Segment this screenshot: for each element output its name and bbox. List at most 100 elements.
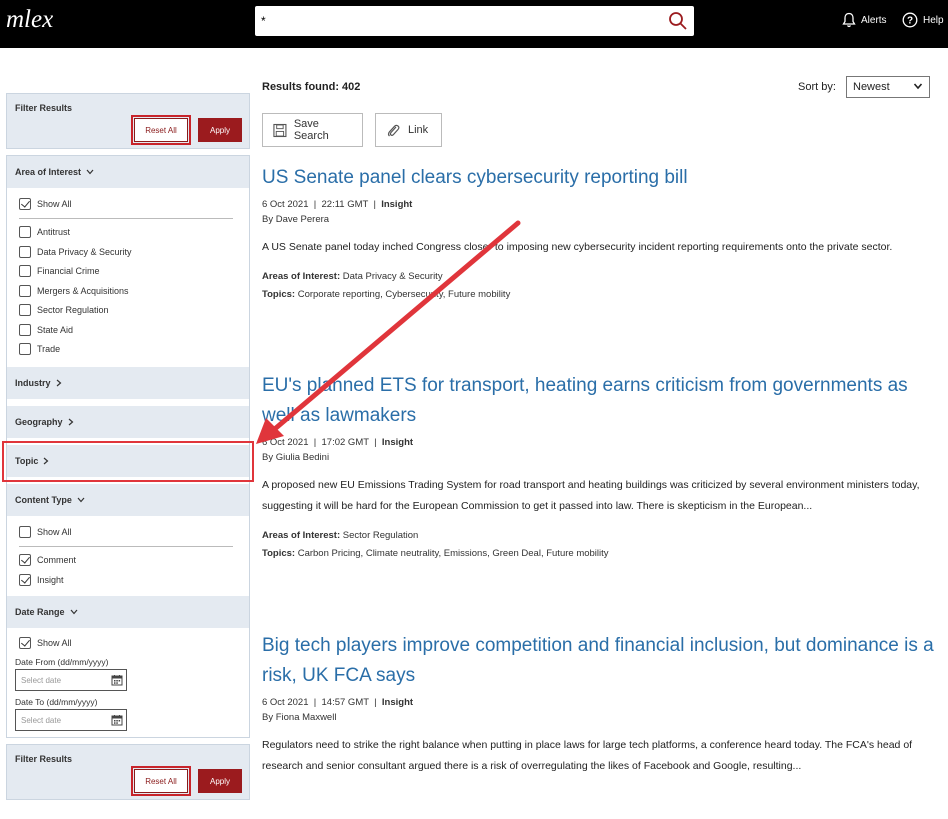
chevron-down-icon xyxy=(70,609,77,614)
calendar-icon[interactable] xyxy=(111,674,123,686)
link-button[interactable]: Link xyxy=(375,113,442,147)
search-box[interactable] xyxy=(255,6,694,36)
result-article: US Senate panel clears cybersecurity rep… xyxy=(262,163,938,304)
search-icon[interactable] xyxy=(668,11,688,31)
link-label: Link xyxy=(408,124,429,136)
results-count: Results found: 402 xyxy=(262,81,361,93)
chevron-down-icon xyxy=(86,169,94,175)
checkbox-trade[interactable]: Trade xyxy=(19,340,241,360)
checkbox-show-all[interactable]: Show All xyxy=(19,194,241,214)
facet-date-range[interactable]: Date Range xyxy=(7,595,249,628)
date-placeholder: Select date xyxy=(21,676,62,685)
checkbox[interactable] xyxy=(19,284,31,297)
alerts-link[interactable]: Alerts xyxy=(842,12,887,28)
checkbox-label: Financial Crime xyxy=(37,266,100,277)
checkbox-mergers[interactable]: Mergers & Acquisitions xyxy=(19,281,241,301)
topics-value: Carbon Pricing, Climate neutrality, Emis… xyxy=(297,548,609,559)
chevron-right-icon xyxy=(56,379,61,387)
checkbox-checked[interactable] xyxy=(19,573,31,586)
apply-button[interactable]: Apply xyxy=(198,769,242,793)
facet-body-date-range: Show All Date From (dd/mm/yyyy) Select d… xyxy=(7,628,249,738)
checkbox[interactable] xyxy=(19,226,31,239)
checkbox[interactable] xyxy=(19,265,31,278)
checkbox-label: Insight xyxy=(37,574,64,585)
checkbox[interactable] xyxy=(19,343,31,356)
checkbox-show-all[interactable]: Show All xyxy=(19,522,241,542)
article-meta: 6 Oct 2021 | 17:02 GMT | Insight xyxy=(262,437,414,448)
checkbox[interactable] xyxy=(19,323,31,336)
article-title-link[interactable]: US Senate panel clears cybersecurity rep… xyxy=(262,163,938,193)
checkbox-label: State Aid xyxy=(37,324,74,335)
chevron-down-icon xyxy=(913,83,923,90)
mlex-logo[interactable]: mlex xyxy=(6,6,53,34)
filter-results-title: Filter Results xyxy=(15,754,73,764)
topics-label: Topics: xyxy=(262,548,296,559)
topics-value: Corporate reporting, Cybersecurity, Futu… xyxy=(297,289,511,300)
checkbox[interactable] xyxy=(19,525,31,538)
filter-results-header: Filter Results Reset All Apply xyxy=(6,93,250,149)
sort-label: Sort by: xyxy=(798,81,836,93)
date-from-label: Date From (dd/mm/yyyy) xyxy=(15,657,109,667)
apply-button[interactable]: Apply xyxy=(198,118,242,142)
divider xyxy=(19,545,233,547)
checkbox-sector-regulation[interactable]: Sector Regulation xyxy=(19,301,241,321)
facet-content-type[interactable]: Content Type xyxy=(7,484,249,516)
date-to-input[interactable]: Select date xyxy=(15,709,127,731)
facet-geography[interactable]: Geography xyxy=(7,406,249,438)
result-article: EU's planned ETS for transport, heating … xyxy=(262,371,938,563)
areas-value: Sector Regulation xyxy=(342,530,419,541)
checkbox-insight[interactable]: Insight xyxy=(19,570,241,590)
facet-body-area-of-interest: Show All Antitrust Data Privacy & Securi… xyxy=(7,188,249,365)
article-tags: Areas of Interest: Sector Regulation Top… xyxy=(262,527,938,563)
checkbox[interactable] xyxy=(19,245,31,258)
sort-select[interactable]: Newest xyxy=(846,76,930,98)
facet-industry[interactable]: Industry xyxy=(7,367,249,399)
help-label: Help xyxy=(923,14,944,26)
divider xyxy=(19,217,233,219)
facet-label: Geography xyxy=(15,417,63,427)
article-time: 22:11 GMT xyxy=(321,199,369,210)
checkbox-checked[interactable] xyxy=(19,637,31,650)
help-link[interactable]: ? Help xyxy=(902,12,944,28)
checkbox-show-all[interactable]: Show All xyxy=(15,634,241,654)
top-navigation-bar: mlex Alerts ? Help xyxy=(0,0,948,48)
calendar-icon[interactable] xyxy=(111,714,123,726)
article-author: By Fiona Maxwell xyxy=(262,712,337,723)
article-meta: 6 Oct 2021 | 22:11 GMT | Insight xyxy=(262,199,413,210)
article-title-link[interactable]: EU's planned ETS for transport, heating … xyxy=(262,371,938,431)
reset-all-button[interactable]: Reset All xyxy=(131,766,191,796)
checkbox-checked[interactable] xyxy=(19,197,31,210)
checkbox-financial-crime[interactable]: Financial Crime xyxy=(19,262,241,282)
search-input[interactable] xyxy=(255,6,655,36)
reset-all-button[interactable]: Reset All xyxy=(131,115,191,145)
filter-results-title: Filter Results xyxy=(15,103,73,113)
checkbox-antitrust[interactable]: Antitrust xyxy=(19,223,241,243)
checkbox-label: Antitrust xyxy=(37,227,71,238)
chevron-right-icon xyxy=(68,418,73,426)
checkbox-checked[interactable] xyxy=(19,554,31,567)
article-title-link[interactable]: Big tech players improve competition and… xyxy=(262,631,938,691)
facet-label: Content Type xyxy=(15,495,72,505)
article-author: By Giulia Bedini xyxy=(262,452,330,463)
save-icon xyxy=(273,123,287,137)
topic-highlight-box xyxy=(2,441,254,482)
checkbox-state-aid[interactable]: State Aid xyxy=(19,320,241,340)
areas-label: Areas of Interest: xyxy=(262,271,341,282)
checkbox-comment[interactable]: Comment xyxy=(19,551,241,571)
save-search-button[interactable]: Save Search xyxy=(262,113,363,147)
svg-text:?: ? xyxy=(907,16,913,27)
date-placeholder: Select date xyxy=(21,716,62,725)
article-summary: Regulators need to strike the right bala… xyxy=(262,739,913,772)
facet-area-of-interest[interactable]: Area of Interest xyxy=(7,156,249,188)
checkbox[interactable] xyxy=(19,304,31,317)
date-from-input[interactable]: Select date xyxy=(15,669,127,691)
checkbox-label: Comment xyxy=(37,555,77,566)
result-article: Big tech players improve competition and… xyxy=(262,631,938,777)
save-search-label: Save Search xyxy=(293,118,329,142)
checkbox-label: Sector Regulation xyxy=(37,305,109,316)
article-type: Insight xyxy=(381,199,413,210)
chevron-down-icon xyxy=(77,497,85,503)
checkbox-data-privacy[interactable]: Data Privacy & Security xyxy=(19,242,241,262)
facet-label: Industry xyxy=(15,378,51,388)
article-date: 6 Oct 2021 xyxy=(262,697,309,708)
